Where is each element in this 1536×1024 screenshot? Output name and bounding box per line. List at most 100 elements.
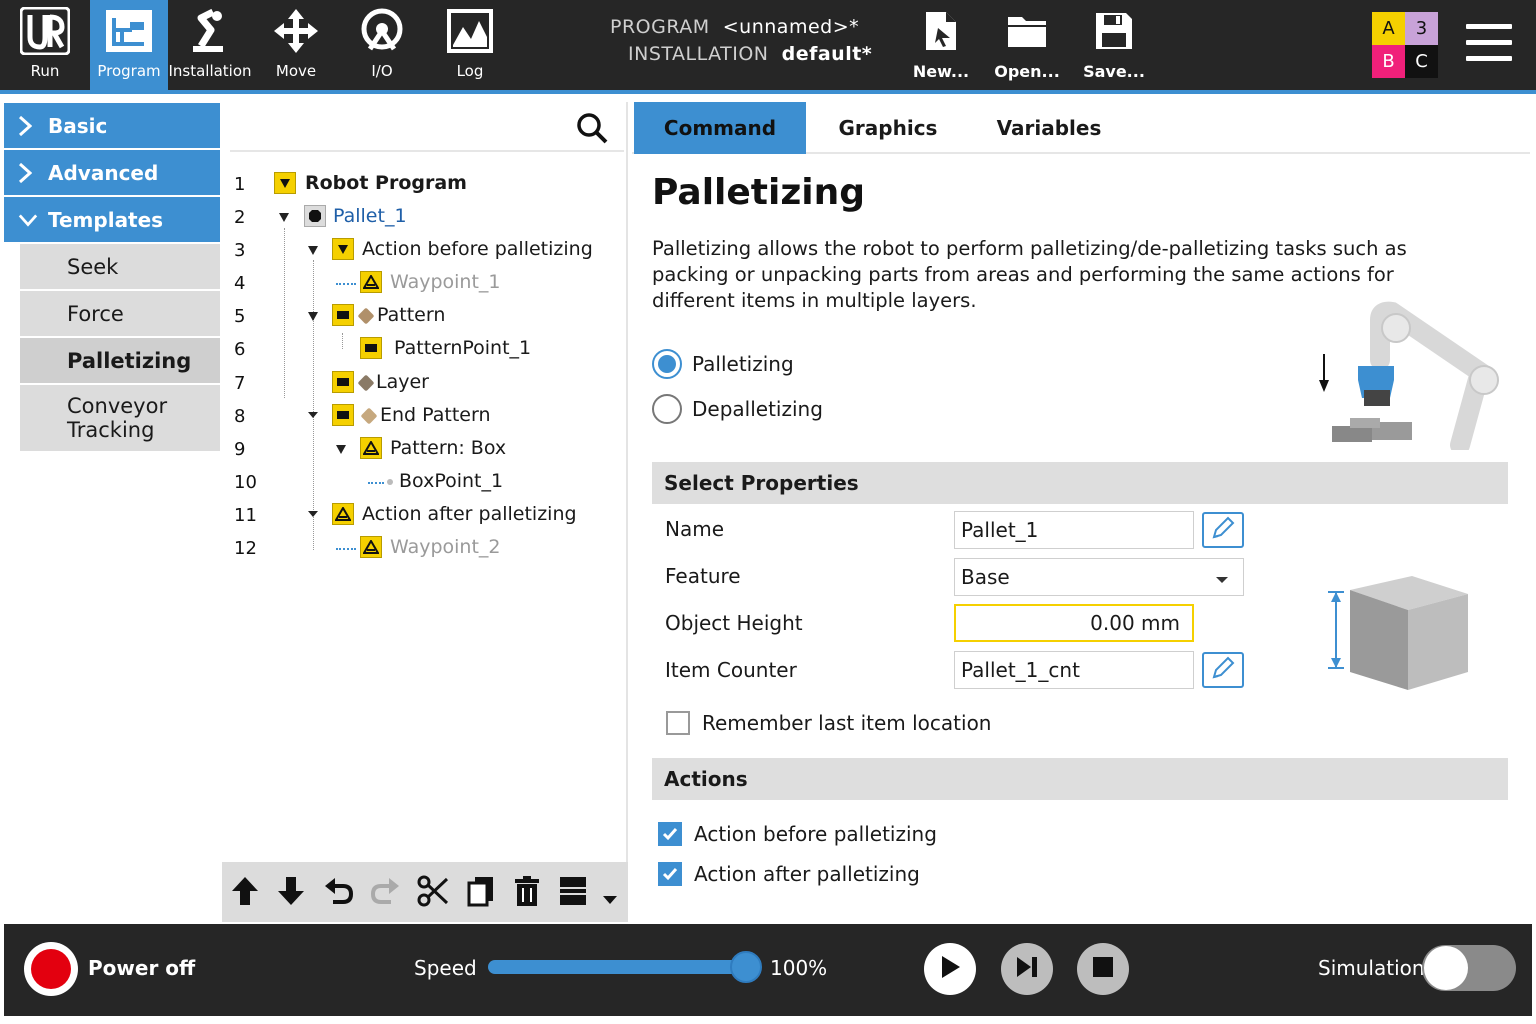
save-button[interactable]: Save...	[1078, 0, 1150, 90]
action-after-checkbox[interactable]: Action after palletizing	[658, 860, 920, 888]
hamburger-menu-icon[interactable]	[1466, 24, 1512, 64]
cut-scissors-icon[interactable]	[414, 872, 452, 910]
tree-row[interactable]: 6 PatternPoint_1	[222, 333, 626, 366]
feature-select[interactable]: Base	[954, 558, 1244, 596]
waypoint-node-icon	[360, 271, 382, 293]
tree-row[interactable]: 9 Pattern: Box	[222, 433, 626, 466]
step-button[interactable]	[1001, 943, 1053, 995]
abc-3: 3	[1405, 12, 1438, 45]
object-height-field[interactable]: 0.00 mm	[954, 604, 1194, 642]
tree-row[interactable]: 1 Robot Program	[222, 168, 626, 201]
search-icon[interactable]	[576, 112, 608, 148]
tree-node-label: Pattern	[377, 304, 446, 326]
line-number: 4	[234, 273, 246, 294]
remember-last-item-checkbox[interactable]: Remember last item location	[666, 709, 991, 737]
tree-row[interactable]: 11 Action after palletizing	[222, 499, 626, 532]
collapse-arrow-icon[interactable]	[308, 312, 318, 321]
installation-button[interactable]: Installation	[168, 0, 252, 90]
palletizing-radio-label: Palletizing	[692, 352, 794, 376]
log-button[interactable]: Log	[428, 0, 512, 90]
category-advanced-label: Advanced	[48, 160, 159, 185]
move-up-arrow-icon[interactable]	[226, 872, 264, 910]
template-palletizing[interactable]: Palletizing	[20, 338, 220, 383]
move-label: Move	[275, 62, 317, 80]
collapse-arrow-icon[interactable]	[279, 213, 289, 222]
collapse-arrow-icon[interactable]	[308, 412, 318, 418]
end-pattern-node-icon	[332, 404, 354, 426]
category-templates[interactable]: Templates	[4, 197, 220, 242]
collapse-arrow-icon[interactable]	[336, 445, 346, 454]
play-icon	[938, 954, 962, 984]
io-button[interactable]: I/O	[340, 0, 424, 90]
move-down-arrow-icon[interactable]	[272, 872, 310, 910]
tree-row[interactable]: 4 Waypoint_1	[222, 267, 626, 300]
tree-node-label: Action before palletizing	[362, 238, 593, 260]
speed-slider-handle[interactable]	[730, 951, 762, 983]
io-label: I/O	[371, 62, 393, 80]
speed-slider-track[interactable]	[488, 960, 746, 974]
power-status-label: Power off	[88, 956, 196, 980]
tree-row[interactable]: 5 Pattern	[222, 300, 626, 333]
tree-node-label: Robot Program	[305, 172, 467, 194]
end-pattern-diamond-icon	[360, 407, 378, 425]
collapse-arrow-icon[interactable]	[308, 246, 318, 255]
new-button[interactable]: New...	[906, 0, 976, 90]
name-field[interactable]: Pallet_1	[954, 511, 1194, 549]
program-tab-button[interactable]: Program	[90, 0, 168, 90]
log-icon	[447, 0, 493, 62]
tree-row[interactable]: 10 BoxPoint_1	[222, 466, 626, 499]
suppress-node-icon[interactable]	[554, 872, 592, 910]
tree-row[interactable]: 12 Waypoint_2	[222, 532, 626, 565]
run-label: Run	[30, 62, 60, 80]
edit-item-counter-button[interactable]	[1202, 652, 1244, 688]
layer-diamond-icon	[357, 374, 375, 392]
tree-row[interactable]: 8 End Pattern	[222, 400, 626, 433]
pencil-icon	[1210, 515, 1236, 545]
category-basic-label: Basic	[48, 113, 108, 138]
template-conveyor-tracking[interactable]: Conveyor Tracking	[20, 385, 220, 451]
play-button[interactable]	[924, 943, 976, 995]
tree-node-label: PatternPoint_1	[394, 337, 532, 359]
tab-command[interactable]: Command	[634, 102, 806, 154]
stop-button[interactable]	[1077, 943, 1129, 995]
abc-status-indicator[interactable]: A 3 B C	[1372, 12, 1438, 78]
tab-variables[interactable]: Variables	[970, 102, 1128, 154]
tab-command-label: Command	[663, 116, 777, 140]
new-file-icon	[924, 0, 958, 62]
checkmark-icon[interactable]	[658, 822, 682, 846]
io-icon	[358, 0, 406, 62]
chevron-right-icon	[18, 162, 38, 184]
radio-button-selected[interactable]	[652, 349, 682, 379]
category-basic[interactable]: Basic	[4, 103, 220, 148]
move-button[interactable]: Move	[254, 0, 338, 90]
checkmark-icon[interactable]	[658, 862, 682, 886]
simulation-toggle-knob[interactable]	[1424, 946, 1468, 990]
tab-graphics-label: Graphics	[838, 116, 938, 140]
action-before-checkbox[interactable]: Action before palletizing	[658, 820, 937, 848]
redo-icon[interactable]	[366, 872, 404, 910]
name-label: Name	[665, 517, 725, 541]
power-button[interactable]	[24, 942, 78, 996]
undo-icon[interactable]	[320, 872, 358, 910]
template-force[interactable]: Force	[20, 291, 220, 336]
tab-graphics[interactable]: Graphics	[806, 102, 970, 154]
run-button[interactable]: Run	[0, 0, 90, 90]
item-counter-field[interactable]: Pallet_1_cnt	[954, 651, 1194, 689]
copy-icon[interactable]	[462, 872, 500, 910]
delete-trash-icon[interactable]	[508, 872, 546, 910]
depalletizing-radio[interactable]: Depalletizing	[652, 393, 823, 425]
palletizing-radio[interactable]: Palletizing	[652, 348, 794, 380]
template-seek[interactable]: Seek	[20, 244, 220, 289]
collapse-arrow-icon[interactable]	[308, 511, 318, 517]
open-button[interactable]: Open...	[990, 0, 1064, 90]
program-info: PROGRAM <unnamed>* INSTALLATION default*	[610, 14, 872, 68]
radio-button[interactable]	[652, 394, 682, 424]
edit-name-button[interactable]	[1202, 512, 1244, 548]
tree-row[interactable]: 3 Action before palletizing	[222, 234, 626, 267]
dropdown-caret-icon[interactable]	[602, 890, 618, 909]
depalletizing-radio-label: Depalletizing	[692, 397, 823, 421]
checkbox-unchecked[interactable]	[666, 711, 690, 735]
tree-row[interactable]: 7 Layer	[222, 367, 626, 400]
category-advanced[interactable]: Advanced	[4, 150, 220, 195]
tree-row[interactable]: 2 Pallet_1	[222, 201, 626, 234]
